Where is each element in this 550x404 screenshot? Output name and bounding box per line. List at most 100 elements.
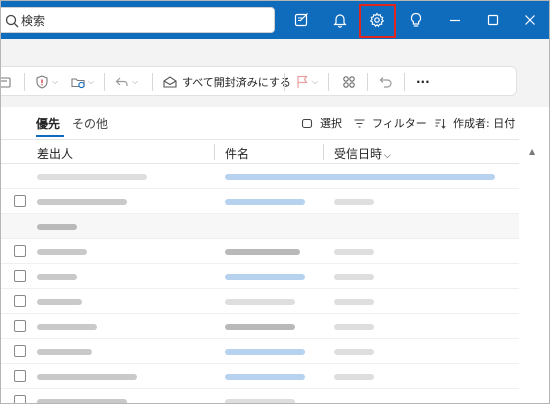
list-item[interactable] (1, 264, 519, 289)
select-button[interactable]: 選択 (301, 115, 342, 131)
select-label: 選択 (320, 117, 342, 130)
tab-focused[interactable]: 優先 (36, 115, 60, 132)
chevron-down-icon: ⌵ (88, 77, 95, 86)
blurred-subject (225, 399, 295, 403)
row-checkbox[interactable] (14, 345, 26, 357)
filter-icon (354, 118, 365, 128)
close-icon[interactable] (520, 10, 540, 30)
list-item[interactable] (1, 364, 519, 389)
row-checkbox[interactable] (14, 270, 26, 282)
title-bar: 検索 (1, 1, 549, 39)
list-item[interactable] (1, 164, 519, 189)
sort-icon (435, 118, 446, 129)
shield-icon (36, 75, 48, 89)
blurred-date (334, 299, 374, 305)
undo-button[interactable] (378, 67, 394, 97)
scroll-up-arrow-icon[interactable]: ▲ (529, 147, 535, 156)
message-list (1, 164, 519, 403)
flag-icon (297, 75, 308, 88)
row-checkbox[interactable] (14, 370, 26, 382)
minimize-icon[interactable] (445, 10, 465, 30)
tab-focused-underline (36, 135, 64, 137)
row-checkbox[interactable] (14, 195, 26, 207)
list-item[interactable] (1, 289, 519, 314)
ribbon-divider (404, 73, 405, 91)
mark-all-read-label: すべて開封済みにする (182, 76, 291, 89)
maximize-icon[interactable] (483, 10, 503, 30)
ribbon-area: ⌵ ⌵ ⌵ すべて開封済みにする ⌵ ··· (1, 39, 549, 132)
tab-other[interactable]: その他 (72, 115, 108, 132)
more-options-button[interactable]: ··· (416, 67, 430, 97)
blurred-subject (225, 324, 295, 330)
blurred-date (334, 249, 374, 255)
chevron-down-icon: ⌵ (384, 151, 391, 161)
blurred-date (334, 199, 374, 205)
list-group-header[interactable] (1, 214, 519, 239)
blurred-subject (225, 199, 305, 205)
row-checkbox[interactable] (14, 395, 26, 403)
blurred-sender (37, 299, 82, 305)
apps-button[interactable] (341, 67, 357, 97)
mark-all-read-button[interactable]: すべて開封済みにする (162, 67, 291, 97)
ribbon-divider (367, 73, 368, 91)
ribbon-divider (24, 73, 25, 91)
archive-icon[interactable] (1, 67, 12, 97)
column-divider[interactable] (214, 144, 215, 160)
blurred-date (334, 349, 374, 355)
apps-icon (343, 76, 355, 88)
list-item[interactable] (1, 314, 519, 339)
blurred-subject (225, 174, 495, 180)
blurred-group-label (37, 224, 77, 230)
filter-label: フィルター (372, 117, 427, 130)
scrollbar[interactable]: ▲ (519, 139, 549, 403)
search-icon (5, 14, 19, 28)
settings-highlight-box (359, 4, 396, 38)
row-checkbox[interactable] (14, 295, 26, 307)
envelope-open-icon (163, 76, 177, 88)
column-header-sender[interactable]: 差出人 (37, 145, 73, 162)
blurred-date (334, 324, 374, 330)
move-button[interactable]: ⌵ (70, 67, 94, 97)
ribbon-divider (104, 73, 105, 91)
bell-icon[interactable] (330, 10, 350, 30)
row-checkbox[interactable] (14, 320, 26, 332)
undo-icon (379, 77, 392, 88)
column-divider[interactable] (323, 144, 324, 160)
select-icon (301, 118, 313, 128)
blurred-sender (37, 249, 87, 255)
more-options-label: ··· (416, 75, 430, 89)
sort-button[interactable]: 作成者: 日付 (434, 115, 515, 131)
row-checkbox[interactable] (14, 245, 26, 257)
filter-button[interactable]: フィルター (353, 115, 427, 131)
list-item[interactable] (1, 189, 519, 214)
flag-button[interactable]: ⌵ (294, 67, 318, 97)
blurred-sender (37, 374, 137, 380)
filter-bar: 優先 その他 選択 フィルター 作成者: 日付 (1, 107, 549, 139)
sort-label: 作成者: 日付 (453, 117, 516, 130)
list-item[interactable] (1, 239, 519, 264)
blurred-subject (225, 249, 300, 255)
list-item[interactable] (1, 389, 519, 403)
column-header-row: 差出人 件名 受信日時 ⌵ (1, 139, 519, 164)
column-header-received[interactable]: 受信日時 ⌵ (334, 145, 391, 162)
blurred-subject (225, 299, 295, 305)
search-box[interactable]: 検索 (1, 7, 275, 33)
column-header-subject[interactable]: 件名 (225, 145, 249, 162)
blurred-subject (225, 274, 305, 280)
reply-button[interactable]: ⌵ (114, 67, 138, 97)
blurred-subject (225, 374, 305, 380)
column-header-received-label: 受信日時 (334, 147, 383, 161)
chevron-down-icon: ⌵ (52, 77, 59, 86)
report-button[interactable]: ⌵ (34, 67, 58, 97)
ribbon-divider (284, 73, 285, 91)
blurred-subject (225, 349, 305, 355)
ribbon-toolbar: ⌵ ⌵ ⌵ すべて開封済みにする ⌵ ··· (1, 66, 517, 97)
blurred-sender (37, 274, 77, 280)
lightbulb-icon[interactable] (406, 10, 426, 30)
ribbon-divider (328, 73, 329, 91)
blurred-sender (37, 199, 127, 205)
list-item[interactable] (1, 339, 519, 364)
blurred-sender (37, 324, 97, 330)
compose-icon[interactable] (292, 10, 312, 30)
search-placeholder: 検索 (21, 14, 46, 28)
